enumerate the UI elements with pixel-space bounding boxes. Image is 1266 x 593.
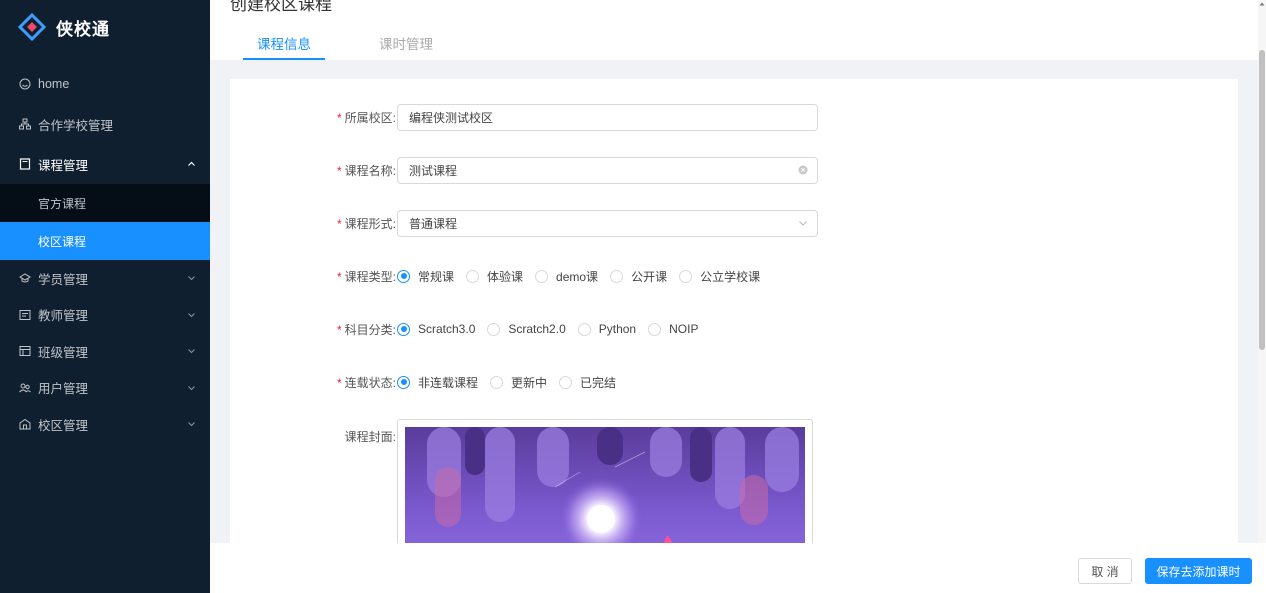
sidebar-item-teacher-management[interactable]: 教师管理 (0, 297, 210, 334)
sidebar-item-label: home (38, 77, 70, 91)
smile-icon (18, 77, 32, 91)
sidebar-item-class-management[interactable]: 班级管理 (0, 333, 210, 370)
subject-label: * 科目分类: (336, 322, 396, 337)
class-icon (18, 344, 32, 358)
campus-icon (18, 417, 32, 431)
sidebar-item-official-courses[interactable]: 官方课程 (0, 184, 210, 222)
campus-label: * 所属校区: (336, 110, 396, 125)
cover-image (405, 427, 805, 549)
page-title: 创建校区课程 (230, 0, 332, 14)
serial-status-radio-group: 非连载课程 更新中 已完结 (397, 374, 628, 391)
tabs: 课程信息 课时管理 (243, 26, 487, 60)
serial-status-label: * 连载状态: (336, 375, 396, 390)
form-row-course-name: * 课程名称: 测试课程 (230, 156, 1238, 184)
app-name: 侠校通 (56, 19, 110, 39)
form-row-course-type: * 课程类型: 常规课 体验课 demo课 公开课 公立学校课 (230, 263, 1238, 289)
subject-radio-group: Scratch3.0 Scratch2.0 Python NOIP (397, 322, 710, 336)
radio-course-type-public[interactable]: 公开课 (610, 268, 667, 285)
users-icon (18, 381, 32, 395)
teacher-icon (18, 308, 32, 322)
scrollbar-thumb[interactable] (1259, 50, 1265, 350)
form-row-course-form: * 课程形式: 普通课程 (230, 209, 1238, 237)
course-name-input[interactable]: 测试课程 (397, 156, 818, 184)
course-type-radio-group: 常规课 体验课 demo课 公开课 公立学校课 (397, 268, 772, 285)
sidebar-item-student-management[interactable]: 学员管理 (0, 260, 210, 297)
sidebar-item-campus-courses[interactable]: 校区课程 (0, 222, 210, 260)
radio-serial-updating[interactable]: 更新中 (490, 374, 547, 391)
chevron-down-icon (188, 385, 195, 391)
page-header: 创建校区课程 课程信息 课时管理 (210, 0, 1266, 60)
sidebar-item-campus-management[interactable]: 校区管理 (0, 406, 210, 443)
main-area: 创建校区课程 课程信息 课时管理 * 所属校区: 编程侠测试校区 * 课程名称: 测… (210, 0, 1266, 593)
student-icon (18, 271, 32, 285)
radio-course-type-trial[interactable]: 体验课 (466, 268, 523, 285)
chevron-down-icon (798, 218, 808, 228)
form-row-campus: * 所属校区: 编程侠测试校区 (230, 103, 1238, 131)
sidebar-menu: home 合作学校管理 课程管理 官方课程 校区课程 学员管理 教师管理 班级管… (0, 64, 210, 443)
campus-input[interactable]: 编程侠测试校区 (397, 103, 818, 131)
radio-course-type-demo[interactable]: demo课 (535, 268, 598, 285)
chevron-down-icon (188, 276, 195, 281)
clear-icon[interactable] (798, 165, 808, 175)
sidebar: 侠校通 home 合作学校管理 课程管理 官方课程 校区课程 学员管理 教师管理… (0, 0, 210, 593)
radio-subject-python[interactable]: Python (577, 322, 636, 336)
sidebar-item-course-management[interactable]: 课程管理 (0, 144, 210, 184)
cover-label: 课程封面: (344, 429, 396, 444)
sidebar-item-label: 学员管理 (38, 272, 89, 287)
footer-bar: 取 消 保存去添加课时 (210, 543, 1266, 593)
form-row-subject: * 科目分类: Scratch3.0 Scratch2.0 Python NOIP (230, 316, 1238, 342)
sidebar-item-label: 教师管理 (38, 309, 89, 324)
sidebar-item-partner-schools[interactable]: 合作学校管理 (0, 104, 210, 144)
radio-course-type-public-school[interactable]: 公立学校课 (679, 268, 760, 285)
scrollbar[interactable] (1258, 0, 1266, 543)
cancel-button[interactable]: 取 消 (1078, 558, 1132, 584)
sidebar-item-label: 合作学校管理 (38, 118, 114, 133)
sidebar-item-label: 课程管理 (38, 158, 89, 173)
tab-course-info[interactable]: 课程信息 (243, 26, 325, 60)
course-form-select[interactable]: 普通课程 (397, 209, 818, 237)
radio-subject-scratch2[interactable]: Scratch2.0 (487, 322, 566, 336)
form-row-serial-status: * 连载状态: 非连载课程 更新中 已完结 (230, 369, 1238, 395)
radio-serial-completed[interactable]: 已完结 (559, 374, 616, 391)
course-name-label: * 课程名称: (336, 163, 396, 178)
radio-serial-none[interactable]: 非连载课程 (397, 374, 478, 391)
apartment-icon (18, 117, 32, 131)
radio-subject-scratch3[interactable]: Scratch3.0 (397, 322, 475, 336)
sidebar-item-label: 班级管理 (38, 345, 89, 360)
chevron-down-icon (188, 349, 195, 354)
save-and-add-lessons-button[interactable]: 保存去添加课时 (1145, 558, 1252, 584)
course-form-label: * 课程形式: (336, 216, 396, 231)
course-submenu: 官方课程 校区课程 (0, 184, 210, 260)
chevron-down-icon (188, 422, 195, 427)
radio-course-type-regular[interactable]: 常规课 (397, 268, 454, 285)
chevron-down-icon (188, 312, 195, 318)
chevron-up-icon (188, 161, 195, 166)
course-form-card: * 所属校区: 编程侠测试校区 * 课程名称: 测试课程 * 课程形式: 普通课程 (230, 79, 1238, 549)
radio-subject-noip[interactable]: NOIP (648, 322, 698, 336)
book-icon (18, 157, 32, 171)
course-type-label: * 课程类型: (336, 269, 396, 284)
cover-upload[interactable] (397, 419, 813, 549)
app-logo[interactable]: 侠校通 (18, 13, 110, 41)
sidebar-item-label: 校区管理 (38, 418, 89, 433)
sidebar-item-user-management[interactable]: 用户管理 (0, 370, 210, 407)
diamond-logo-icon (18, 13, 46, 41)
sidebar-item-label: 用户管理 (38, 382, 89, 397)
tab-lesson-management[interactable]: 课时管理 (365, 26, 447, 60)
scroll-up-icon[interactable] (1258, 0, 1266, 8)
sidebar-item-home[interactable]: home (0, 64, 210, 104)
